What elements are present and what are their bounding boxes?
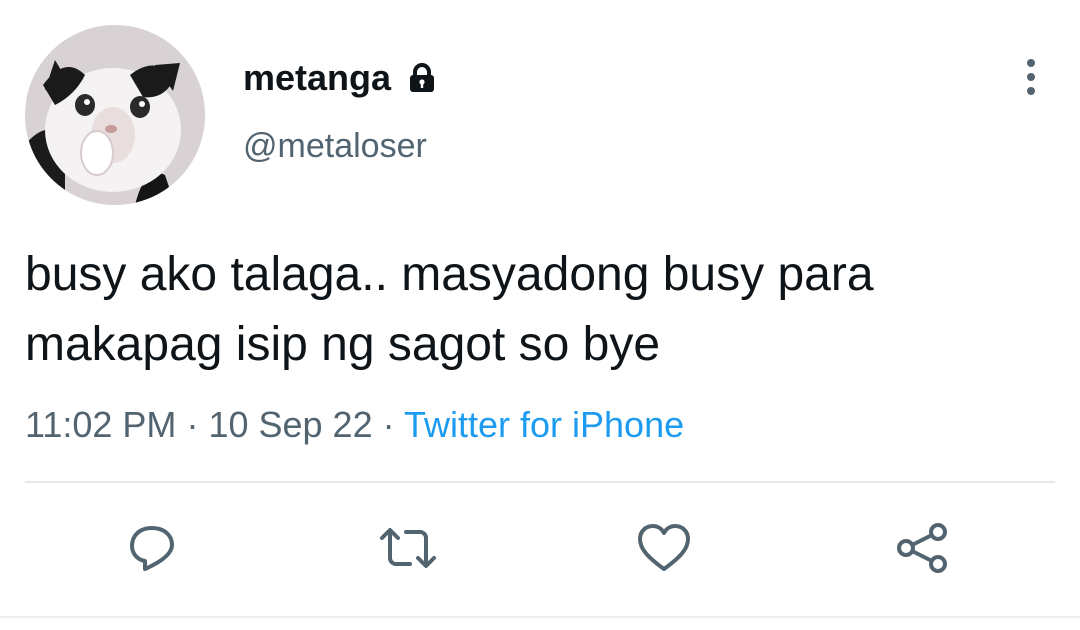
like-icon (634, 520, 694, 581)
tweet-date[interactable]: 10 Sep 22 (208, 404, 372, 445)
tweet-text-line: busy ako talaga.. masyadong busy para (25, 248, 874, 301)
like-button[interactable] (634, 520, 694, 580)
display-name[interactable]: metanga (243, 56, 391, 100)
meta-separator: · (186, 404, 199, 445)
author-handle[interactable]: @metaloser (243, 126, 427, 166)
tweet-metadata: 11:02 PM · 10 Sep 22 · Twitter for iPhon… (25, 403, 684, 447)
avatar[interactable] (25, 25, 205, 205)
share-icon (893, 519, 951, 582)
tweet-source-link[interactable]: Twitter for iPhone (404, 404, 684, 445)
action-bar (0, 520, 1080, 580)
more-options-icon[interactable] (1013, 55, 1049, 99)
bottom-divider (0, 616, 1080, 618)
retweet-button[interactable] (378, 520, 438, 580)
meta-separator: · (382, 404, 395, 445)
retweet-icon (376, 520, 440, 581)
divider (25, 481, 1055, 483)
author-name-row[interactable]: metanga (243, 56, 439, 100)
tweet-text: busy ako talaga.. masyadong busy para ma… (25, 240, 1045, 380)
tweet-text-line: makapag isip ng sagot so bye (25, 318, 661, 371)
reply-button[interactable] (122, 520, 182, 580)
lock-icon (405, 61, 439, 95)
reply-icon (124, 520, 180, 581)
tweet-time[interactable]: 11:02 PM (25, 404, 176, 445)
tweet-detail: metanga @metaloser busy ako talaga.. mas… (0, 0, 1080, 630)
share-button[interactable] (892, 520, 952, 580)
